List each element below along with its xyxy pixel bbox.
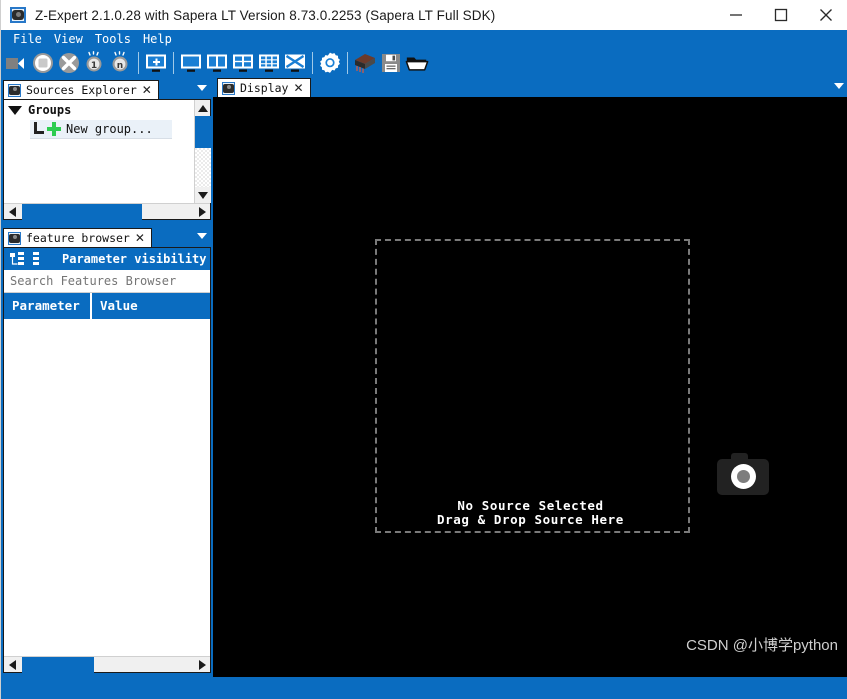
menu-tools[interactable]: Tools bbox=[89, 30, 137, 48]
menu-bar: File View Tools Help bbox=[1, 30, 847, 48]
maximize-icon[interactable] bbox=[758, 0, 803, 30]
grid-view-icon[interactable] bbox=[257, 51, 281, 75]
toolbar-separator bbox=[173, 52, 174, 74]
save-icon[interactable] bbox=[379, 51, 403, 75]
feature-browser-body: Parameter visibility Parameter Value bbox=[3, 247, 211, 673]
close-icon[interactable] bbox=[803, 0, 847, 30]
scroll-down-arrow-icon[interactable] bbox=[195, 187, 211, 203]
sources-horizontal-scrollbar[interactable] bbox=[4, 203, 210, 220]
tab-feature-browser[interactable]: feature browser ✕ bbox=[3, 228, 152, 247]
toolbar-separator bbox=[312, 52, 313, 74]
feature-browser-tab-label: feature browser bbox=[26, 231, 130, 245]
scroll-left-arrow-icon[interactable] bbox=[4, 657, 20, 673]
abort-icon[interactable] bbox=[57, 51, 81, 75]
sources-explorer-panel: Sources Explorer ✕ Groups New group... bbox=[3, 80, 211, 220]
left-panel-column: Sources Explorer ✕ Groups New group... f… bbox=[1, 78, 213, 677]
single-view-icon[interactable] bbox=[179, 51, 203, 75]
display-empty-message: No Source Selected Drag & Drop Source He… bbox=[213, 499, 847, 527]
feature-browser-toolbar: Parameter visibility bbox=[4, 248, 210, 270]
toolbar-separator bbox=[347, 52, 348, 74]
two-column-view-icon[interactable] bbox=[205, 51, 229, 75]
sources-vertical-scrollbar[interactable] bbox=[194, 100, 211, 203]
tab-sources-explorer[interactable]: Sources Explorer ✕ bbox=[3, 80, 159, 99]
tree-view-icon[interactable] bbox=[10, 252, 24, 266]
sources-vscroll-track[interactable] bbox=[195, 148, 211, 187]
app-camera-icon bbox=[10, 7, 26, 23]
search-features-input[interactable] bbox=[10, 274, 210, 288]
menu-help[interactable]: Help bbox=[137, 30, 178, 48]
display-empty-subtitle: Drag & Drop Source Here bbox=[437, 512, 624, 527]
feature-browser-list bbox=[4, 319, 210, 656]
scroll-up-arrow-icon[interactable] bbox=[195, 100, 210, 116]
svg-text:1: 1 bbox=[91, 61, 97, 71]
tab-display[interactable]: Display ✕ bbox=[217, 78, 311, 97]
svg-text:n: n bbox=[117, 61, 123, 71]
quad-view-icon[interactable] bbox=[231, 51, 255, 75]
sources-tree: Groups New group... bbox=[4, 100, 194, 203]
column-header-value[interactable]: Value bbox=[92, 293, 210, 319]
display-menu-chevron-down-icon[interactable] bbox=[834, 83, 844, 89]
stack-icon[interactable] bbox=[353, 51, 377, 75]
menu-file[interactable]: File bbox=[7, 30, 48, 48]
display-empty-title: No Source Selected bbox=[457, 498, 604, 513]
add-display-icon[interactable] bbox=[144, 51, 168, 75]
watermark-text: CSDN @小博学python bbox=[686, 637, 838, 654]
display-tab-row: Display ✕ bbox=[213, 78, 847, 97]
tree-elbow-icon bbox=[32, 122, 45, 136]
feature-browser-close-icon[interactable]: ✕ bbox=[135, 232, 145, 244]
tree-node-groups[interactable]: Groups bbox=[4, 100, 194, 120]
cross-view-icon[interactable] bbox=[283, 51, 307, 75]
title-bar: Z-Expert 2.1.0.28 with Sapera LT Version… bbox=[1, 0, 847, 30]
feature-browser-horizontal-scrollbar[interactable] bbox=[4, 656, 210, 673]
sources-explorer-camera-icon bbox=[8, 83, 21, 97]
sources-explorer-tab-label: Sources Explorer bbox=[26, 83, 137, 97]
minimize-icon[interactable] bbox=[713, 0, 758, 30]
scroll-left-arrow-icon[interactable] bbox=[4, 204, 20, 220]
plus-icon[interactable] bbox=[47, 122, 61, 136]
tree-node-new-group-label: New group... bbox=[66, 122, 153, 136]
grab-video-icon[interactable] bbox=[5, 51, 29, 75]
sources-explorer-body: Groups New group... bbox=[3, 99, 211, 220]
feature-browser-menu-chevron-down-icon[interactable] bbox=[197, 233, 207, 239]
sources-explorer-close-icon[interactable]: ✕ bbox=[142, 84, 152, 96]
source-drop-zone[interactable] bbox=[375, 239, 690, 533]
sources-explorer-tab-row: Sources Explorer ✕ bbox=[3, 80, 211, 99]
tree-node-groups-label: Groups bbox=[28, 103, 72, 117]
main-toolbar: 1 n bbox=[1, 48, 847, 78]
open-folder-icon[interactable] bbox=[405, 51, 429, 75]
feature-browser-hscroll-thumb[interactable] bbox=[22, 657, 94, 673]
tree-node-new-group[interactable]: New group... bbox=[30, 120, 172, 139]
sources-hscroll-thumb[interactable] bbox=[22, 204, 142, 220]
feature-browser-search-row[interactable] bbox=[4, 270, 210, 293]
snap-stop-icon[interactable] bbox=[31, 51, 55, 75]
scroll-right-arrow-icon[interactable] bbox=[194, 657, 210, 673]
menu-view[interactable]: View bbox=[48, 30, 89, 48]
display-camera-icon bbox=[222, 81, 235, 95]
status-bar bbox=[1, 677, 847, 699]
list-view-icon[interactable] bbox=[32, 252, 46, 266]
display-close-icon[interactable]: ✕ bbox=[293, 82, 303, 94]
toolbar-separator bbox=[138, 52, 139, 74]
one-shot-icon[interactable]: 1 bbox=[83, 51, 107, 75]
sources-vscroll-thumb[interactable] bbox=[195, 116, 211, 148]
feature-browser-column-header: Parameter Value bbox=[4, 293, 210, 319]
display-tab-label: Display bbox=[240, 81, 289, 95]
column-header-parameter[interactable]: Parameter bbox=[4, 293, 92, 319]
scroll-right-arrow-icon[interactable] bbox=[194, 204, 210, 220]
parameter-visibility-label[interactable]: Parameter visibility bbox=[62, 252, 207, 266]
display-panel-column: Display ✕ No Source Selected Drag & Drop… bbox=[213, 78, 847, 677]
window-controls bbox=[713, 0, 847, 30]
application-window: Z-Expert 2.1.0.28 with Sapera LT Version… bbox=[0, 0, 847, 699]
feature-browser-panel: feature browser ✕ Parameter visibility S… bbox=[3, 228, 211, 673]
window-title: Z-Expert 2.1.0.28 with Sapera LT Version… bbox=[35, 7, 496, 23]
feature-browser-camera-icon bbox=[8, 231, 21, 245]
continuous-icon[interactable]: n bbox=[109, 51, 133, 75]
feature-browser-tab-row: feature browser ✕ bbox=[3, 228, 211, 247]
sources-explorer-menu-chevron-down-icon[interactable] bbox=[197, 85, 207, 91]
display-canvas[interactable]: No Source Selected Drag & Drop Source He… bbox=[213, 97, 847, 677]
expand-collapse-triangle-down-icon[interactable] bbox=[8, 105, 22, 115]
settings-gear-icon[interactable] bbox=[318, 51, 342, 75]
camera-icon bbox=[717, 453, 769, 495]
